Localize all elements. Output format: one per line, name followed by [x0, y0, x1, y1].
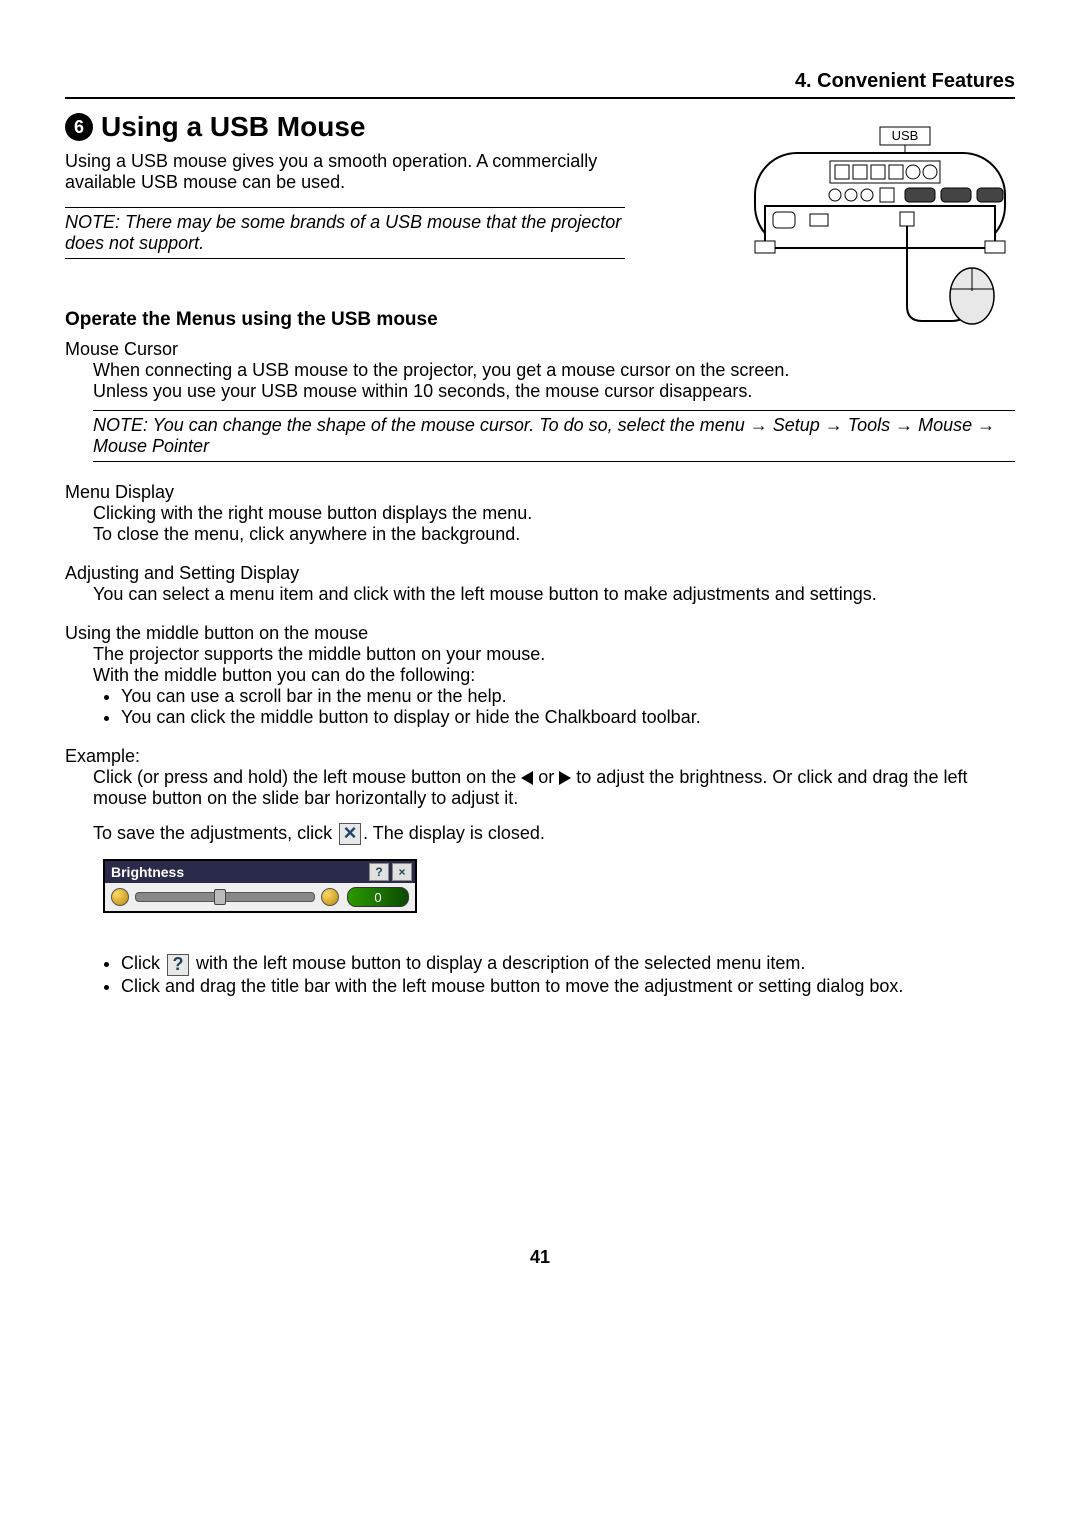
page-number: 41 [65, 1247, 1015, 1268]
slider-decrease-button[interactable] [111, 888, 129, 906]
titlebar-help-icon[interactable]: ? [369, 863, 389, 881]
mouse-cursor-p1: When connecting a USB mouse to the proje… [93, 360, 1015, 381]
example-p1: Click (or press and hold) the left mouse… [93, 767, 1015, 809]
middle-bullet-1: You can use a scroll bar in the menu or … [121, 686, 1015, 707]
help-icon [167, 954, 189, 976]
slider-knob[interactable] [214, 889, 226, 905]
menu-display-p2: To close the menu, click anywhere in the… [93, 524, 1015, 545]
section-title: 6 Using a USB Mouse [65, 111, 625, 143]
adjust-p1: You can select a menu item and click wit… [93, 584, 1015, 605]
middle-p1: The projector supports the middle button… [93, 644, 1015, 665]
chapter-heading: 4. Convenient Features [65, 70, 1015, 99]
slider-value: 0 [347, 887, 409, 907]
projector-usb-diagram: USB [735, 121, 1025, 336]
menu-display-title: Menu Display [65, 482, 1015, 503]
extras-bullet-2: Click and drag the title bar with the le… [121, 976, 1015, 997]
section-number-badge: 6 [65, 113, 93, 141]
intro-paragraph: Using a USB mouse gives you a smooth ope… [65, 151, 625, 193]
note-unsupported-brands: NOTE: There may be some brands of a USB … [65, 207, 625, 259]
close-icon [339, 823, 361, 845]
extras-bullet-1: Click with the left mouse button to disp… [121, 953, 1015, 975]
example-title: Example: [65, 746, 1015, 767]
menu-display-p1: Clicking with the right mouse button dis… [93, 503, 1015, 524]
middle-p2: With the middle button you can do the fo… [93, 665, 1015, 686]
right-arrow-icon [559, 771, 571, 785]
middle-bullet-2: You can click the middle button to displ… [121, 707, 1015, 728]
adjust-title: Adjusting and Setting Display [65, 563, 1015, 584]
left-arrow-icon [521, 771, 533, 785]
mouse-cursor-p2: Unless you use your USB mouse within 10 … [93, 381, 1015, 402]
usb-label: USB [892, 128, 919, 143]
brightness-slider[interactable]: Brightness ? × 0 [103, 859, 417, 913]
slider-increase-button[interactable] [321, 888, 339, 906]
middle-title: Using the middle button on the mouse [65, 623, 1015, 644]
mouse-cursor-title: Mouse Cursor [65, 339, 1015, 360]
titlebar-close-icon[interactable]: × [392, 863, 412, 881]
note-mouse-pointer: NOTE: You can change the shape of the mo… [93, 410, 1015, 462]
brightness-slider-label: Brightness [105, 864, 369, 880]
example-p2: To save the adjustments, click . The dis… [93, 823, 1015, 845]
section-title-text: Using a USB Mouse [101, 111, 365, 143]
slider-track[interactable] [135, 892, 315, 902]
